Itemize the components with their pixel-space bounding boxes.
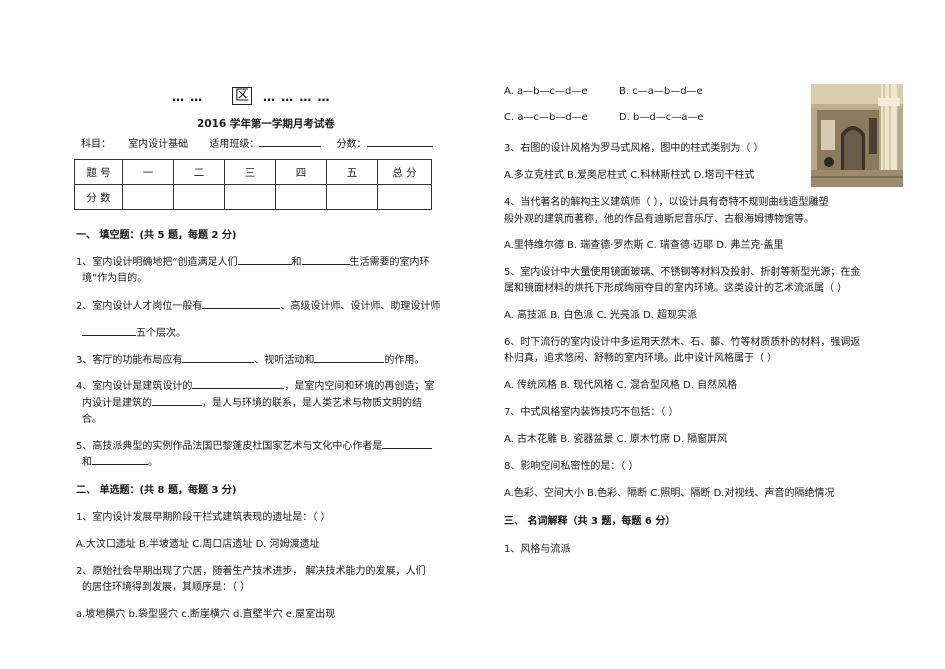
score-field (366, 136, 433, 147)
blank[interactable] (182, 351, 255, 363)
subject-label: 科目： (81, 139, 111, 150)
s1-q2-line2: 五个层次。 (82, 324, 186, 339)
s1-q5-text: 。 (148, 457, 158, 468)
s1-q3-text: 3、客厅的功能布局应有 (76, 355, 183, 366)
blank[interactable] (301, 253, 350, 265)
s1-q4-text: 4、室内设计是建筑设计的 (76, 381, 193, 392)
r-q8-options: A.色彩、空间大小 B.色彩、隔断 C.照明、隔断 D.对视线、声音的隔绝情况 (504, 488, 835, 499)
blank[interactable] (92, 453, 148, 465)
blank[interactable] (192, 377, 285, 389)
r-q5-line1: 5、室内设计中大量使用镜面玻璃、不锈钢等材料及投射、折射等新型光源；在金 (504, 267, 861, 278)
region-char: 区 (232, 87, 252, 105)
score-table-cell: 一 (122, 159, 174, 185)
score-table-cell: 总 分 (377, 159, 432, 185)
score-table-header-row: 题 号 一 二 三 四 五 总 分 (74, 159, 432, 185)
r-q5-options: A. 高技派 B. 白色派 C. 光亮派 D. 超现实派 (504, 310, 698, 321)
score-cell-empty[interactable] (326, 184, 378, 210)
r-q7-options: A. 古木花雕 B. 瓷器盆景 C. 原木竹席 D. 隔窗屏风 (504, 434, 728, 445)
score-cell-empty[interactable] (173, 184, 225, 210)
score-table-cell: 三 (224, 159, 276, 185)
class-label: 适用班级： (209, 139, 260, 150)
s1-q3-text: 的作用。 (384, 355, 425, 366)
score-table-cell: 二 (173, 159, 225, 185)
header-dots-right: … … … … (263, 90, 331, 104)
r-q6-line1: 6、时下流行的室内设计中多运用天然木、石、藤、竹等材质质朴的材料，强调返 (504, 337, 861, 348)
score-table-score-row: 分 数 (74, 184, 432, 210)
r-q4-line2: 般外观的建筑而著称，他的作品有迪斯尼音乐厅、古根海姆博物馆等。 (504, 214, 814, 225)
blank[interactable] (152, 394, 202, 406)
s1-q1-text: 1、室内设计明确地把“创造满足人们 (76, 257, 238, 268)
subject-line: 科目： 室内设计基础 适用班级： 分数： (81, 135, 433, 150)
interior-illustration (811, 84, 903, 187)
page-title: 2016 学年第一学期月考试卷 (197, 118, 335, 130)
score-table-cell: 分 数 (74, 184, 123, 210)
s1-q2-text: 五个层次。 (136, 328, 186, 339)
r-q8: 8、影响空间私密性的是：（ ） (504, 461, 639, 472)
s1-q4-line1: 4、室内设计是建筑设计的 ，是室内空间和环境的再创造；室 (76, 377, 434, 392)
header-dots-left: … … (172, 90, 204, 104)
r-q5-line2: 属和镜面材料的烘托下形成绚丽夺目的室内环境。这类设计的艺术流派属（ ） (504, 283, 848, 294)
roman-interior-photo (811, 84, 903, 187)
blank[interactable] (82, 324, 136, 336)
blank[interactable] (314, 351, 385, 363)
s1-q4-text: ，是人与环境的联系，是人类艺术与物质文明的结 (202, 398, 422, 409)
r-q2-optA: A. a—b—c—d—e (504, 86, 588, 97)
s1-q3: 3、客厅的功能布局应有 、视听活动和 的作用。 (76, 351, 424, 366)
s1-q3-text: 、视听活动和 (254, 355, 315, 366)
s1-q1-text: 生活需要的室内环 (349, 257, 430, 268)
section3-heading: 三、 名词解释（共 3 题，每题 6 分） (504, 516, 676, 527)
region-box: 区 (232, 85, 252, 105)
s1-q2-line1: 2、室内设计人才岗位一般有 、高级设计师、设计师、助理设计师 (76, 297, 440, 312)
s2-q1-options: A.大汶口遗址 B.半坡遗址 C.周口店遗址 D. 河姆渡遗址 (76, 539, 320, 550)
s3-q1: 1、风格与流派 (504, 544, 571, 555)
s1-q1-line2: 境”作为目的。 (82, 273, 148, 284)
score-table-cell: 四 (275, 159, 327, 185)
r-q4-line1: 4、当代著名的解构主义建筑师（ ），以设计具有奇特不规则曲线造型雕塑 (504, 197, 829, 208)
s1-q5-text: 和 (82, 457, 92, 468)
score-table-cell: 五 (326, 159, 378, 185)
class-field (259, 136, 322, 147)
s1-q2-text: 、高级设计师、设计师、助理设计师 (280, 301, 441, 312)
r-q6-options: A. 传统风格 B. 现代风格 C. 混合型风格 D. 自然风格 (504, 380, 738, 391)
s1-q5-line2: 和。 (82, 453, 158, 468)
s1-q4-line3: 合。 (82, 414, 102, 425)
r-q2-optD: D. b—d—c—a—e (619, 112, 704, 123)
r-q7: 7、中式风格室内装饰技巧不包括：（ ） (504, 407, 679, 418)
s1-q4-text: 内设计是建筑的 (82, 398, 152, 409)
s1-q4-text: ，是室内空间和环境的再创造；室 (284, 381, 435, 392)
r-q6-line2: 朴归真，追求悠闲、舒畅的室内环境。此中设计风格属于（ ） (504, 353, 778, 364)
blank[interactable] (237, 253, 292, 265)
s2-q2-line2: 的居住环境得到发展，其顺序是：（ ） (82, 582, 251, 593)
s2-q1: 1、室内设计发展早期阶段干栏式建筑表现的遗址是：（ ） (76, 512, 331, 523)
score-table-cell: 题 号 (74, 159, 123, 185)
blank[interactable] (202, 297, 281, 309)
r-q2-optB: B. c—a—b—d—e (619, 86, 703, 97)
score-cell-empty[interactable] (224, 184, 276, 210)
s1-q1-text: 和 (291, 257, 302, 268)
r-q3: 3、右图的设计风格为罗马式风格，图中的柱式类别为（ ） (504, 143, 764, 154)
s1-q5-text: 5、高技派典型的实例作品法国巴黎蓬皮杜国家艺术与文化中心作者是 (76, 441, 383, 452)
r-q2-optC: C. a—c—b—d—e (504, 112, 588, 123)
score-cell-empty[interactable] (122, 184, 174, 210)
s1-q2-text: 2、室内设计人才岗位一般有 (76, 301, 203, 312)
blank[interactable] (382, 437, 433, 449)
score-label: 分数： (336, 139, 367, 150)
score-table: 题 号 一 二 三 四 五 总 分 分 数 (74, 159, 432, 210)
s2-q2-items: a.坡地横穴 b.袋型竖穴 c.断崖横穴 d.直壁半穴 e.屋室出现 (76, 609, 336, 620)
s1-q4-line2: 内设计是建筑的 ，是人与环境的联系，是人类艺术与物质文明的结 (82, 394, 422, 409)
score-cell-empty[interactable] (275, 184, 327, 210)
s1-q1-line1: 1、室内设计明确地把“创造满足人们 和 生活需要的室内环 (76, 253, 430, 268)
s1-q5-line1: 5、高技派典型的实例作品法国巴黎蓬皮杜国家艺术与文化中心作者是 (76, 437, 433, 452)
section1-heading: 一、 填空题：(共 5 题，每题 2 分) (76, 230, 237, 241)
r-q4-options: A.里特维尔德 B. 瑞查德·罗杰斯 C. 瑞查德·迈耶 D. 弗兰克·盖里 (504, 240, 784, 251)
r-q3-options: A.多立克柱式 B.爱奥尼柱式 C.科林斯柱式 D.塔司干柱式 (504, 170, 755, 181)
section2-heading: 二、 单选题：(共 8 题，每题 3 分) (76, 485, 237, 496)
s2-q2-line1: 2、原始社会早期出现了穴居，随着生产技术进步， 解决技术能力的发展，人们 (76, 566, 426, 577)
subject-value: 室内设计基础 (128, 139, 189, 150)
score-cell-empty[interactable] (377, 184, 432, 210)
